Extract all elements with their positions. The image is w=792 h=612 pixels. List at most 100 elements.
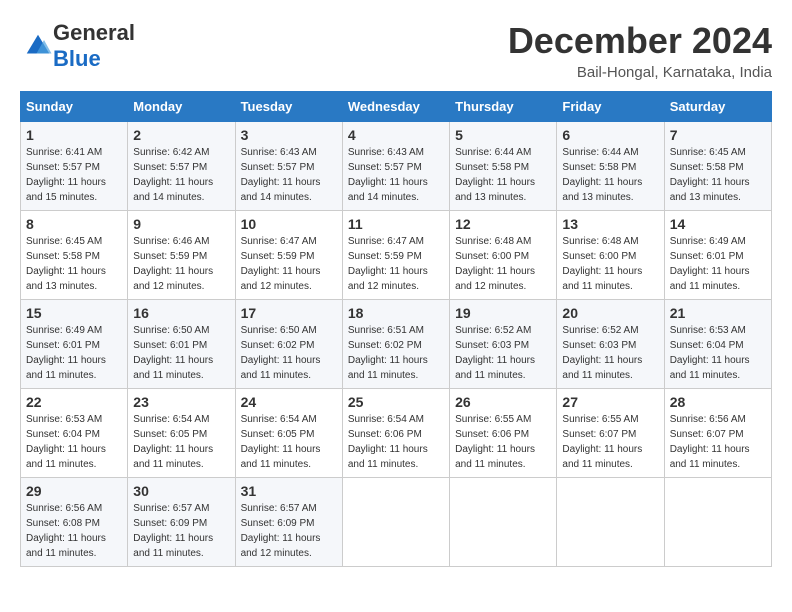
day-number: 24: [241, 394, 337, 410]
day-number: 20: [562, 305, 658, 321]
day-number: 13: [562, 216, 658, 232]
column-header-friday: Friday: [557, 92, 664, 122]
day-number: 4: [348, 127, 444, 143]
location-title: Bail-Hongal, Karnataka, India: [508, 64, 772, 81]
calendar-cell: 18 Sunrise: 6:51 AM Sunset: 6:02 PM Dayl…: [342, 300, 449, 389]
day-number: 12: [455, 216, 551, 232]
calendar-header-row: SundayMondayTuesdayWednesdayThursdayFrid…: [21, 92, 772, 122]
day-detail: Sunrise: 6:54 AM Sunset: 6:06 PM Dayligh…: [348, 412, 444, 472]
calendar-cell: 6 Sunrise: 6:44 AM Sunset: 5:58 PM Dayli…: [557, 122, 664, 211]
calendar-cell: 13 Sunrise: 6:48 AM Sunset: 6:00 PM Dayl…: [557, 211, 664, 300]
day-detail: Sunrise: 6:51 AM Sunset: 6:02 PM Dayligh…: [348, 323, 444, 383]
day-number: 26: [455, 394, 551, 410]
day-detail: Sunrise: 6:41 AM Sunset: 5:57 PM Dayligh…: [26, 145, 122, 205]
calendar-cell: 3 Sunrise: 6:43 AM Sunset: 5:57 PM Dayli…: [235, 122, 342, 211]
day-number: 10: [241, 216, 337, 232]
day-number: 5: [455, 127, 551, 143]
calendar-cell: 16 Sunrise: 6:50 AM Sunset: 6:01 PM Dayl…: [128, 300, 235, 389]
day-number: 28: [670, 394, 766, 410]
day-detail: Sunrise: 6:43 AM Sunset: 5:57 PM Dayligh…: [348, 145, 444, 205]
day-detail: Sunrise: 6:50 AM Sunset: 6:02 PM Dayligh…: [241, 323, 337, 383]
column-header-thursday: Thursday: [450, 92, 557, 122]
day-number: 1: [26, 127, 122, 143]
calendar-cell: 28 Sunrise: 6:56 AM Sunset: 6:07 PM Dayl…: [664, 389, 771, 478]
column-header-tuesday: Tuesday: [235, 92, 342, 122]
day-number: 7: [670, 127, 766, 143]
calendar-week-1: 1 Sunrise: 6:41 AM Sunset: 5:57 PM Dayli…: [21, 122, 772, 211]
calendar-cell: 2 Sunrise: 6:42 AM Sunset: 5:57 PM Dayli…: [128, 122, 235, 211]
day-number: 22: [26, 394, 122, 410]
day-number: 3: [241, 127, 337, 143]
calendar-week-2: 8 Sunrise: 6:45 AM Sunset: 5:58 PM Dayli…: [21, 211, 772, 300]
day-detail: Sunrise: 6:42 AM Sunset: 5:57 PM Dayligh…: [133, 145, 229, 205]
calendar-cell: [664, 478, 771, 567]
day-number: 18: [348, 305, 444, 321]
calendar-cell: 1 Sunrise: 6:41 AM Sunset: 5:57 PM Dayli…: [21, 122, 128, 211]
column-header-sunday: Sunday: [21, 92, 128, 122]
column-header-wednesday: Wednesday: [342, 92, 449, 122]
calendar-cell: 27 Sunrise: 6:55 AM Sunset: 6:07 PM Dayl…: [557, 389, 664, 478]
calendar-cell: 10 Sunrise: 6:47 AM Sunset: 5:59 PM Dayl…: [235, 211, 342, 300]
day-detail: Sunrise: 6:50 AM Sunset: 6:01 PM Dayligh…: [133, 323, 229, 383]
calendar-cell: [450, 478, 557, 567]
day-number: 9: [133, 216, 229, 232]
logo: General Blue: [20, 20, 135, 72]
day-detail: Sunrise: 6:45 AM Sunset: 5:58 PM Dayligh…: [26, 234, 122, 294]
day-number: 21: [670, 305, 766, 321]
day-detail: Sunrise: 6:48 AM Sunset: 6:00 PM Dayligh…: [455, 234, 551, 294]
calendar-cell: 23 Sunrise: 6:54 AM Sunset: 6:05 PM Dayl…: [128, 389, 235, 478]
calendar-table: SundayMondayTuesdayWednesdayThursdayFrid…: [20, 91, 772, 567]
calendar-cell: 21 Sunrise: 6:53 AM Sunset: 6:04 PM Dayl…: [664, 300, 771, 389]
day-detail: Sunrise: 6:56 AM Sunset: 6:08 PM Dayligh…: [26, 501, 122, 561]
day-number: 30: [133, 483, 229, 499]
logo-general: General: [53, 20, 135, 45]
day-number: 14: [670, 216, 766, 232]
page-header: General Blue December 2024 Bail-Hongal, …: [20, 20, 772, 81]
day-detail: Sunrise: 6:56 AM Sunset: 6:07 PM Dayligh…: [670, 412, 766, 472]
day-detail: Sunrise: 6:55 AM Sunset: 6:07 PM Dayligh…: [562, 412, 658, 472]
day-detail: Sunrise: 6:54 AM Sunset: 6:05 PM Dayligh…: [133, 412, 229, 472]
calendar-cell: 22 Sunrise: 6:53 AM Sunset: 6:04 PM Dayl…: [21, 389, 128, 478]
calendar-cell: [557, 478, 664, 567]
day-number: 17: [241, 305, 337, 321]
day-number: 11: [348, 216, 444, 232]
calendar-cell: [342, 478, 449, 567]
day-detail: Sunrise: 6:49 AM Sunset: 6:01 PM Dayligh…: [26, 323, 122, 383]
calendar-body: 1 Sunrise: 6:41 AM Sunset: 5:57 PM Dayli…: [21, 122, 772, 567]
calendar-cell: 9 Sunrise: 6:46 AM Sunset: 5:59 PM Dayli…: [128, 211, 235, 300]
calendar-cell: 31 Sunrise: 6:57 AM Sunset: 6:09 PM Dayl…: [235, 478, 342, 567]
calendar-cell: 19 Sunrise: 6:52 AM Sunset: 6:03 PM Dayl…: [450, 300, 557, 389]
day-number: 25: [348, 394, 444, 410]
day-number: 16: [133, 305, 229, 321]
day-detail: Sunrise: 6:53 AM Sunset: 6:04 PM Dayligh…: [670, 323, 766, 383]
calendar-cell: 7 Sunrise: 6:45 AM Sunset: 5:58 PM Dayli…: [664, 122, 771, 211]
calendar-cell: 12 Sunrise: 6:48 AM Sunset: 6:00 PM Dayl…: [450, 211, 557, 300]
calendar-week-3: 15 Sunrise: 6:49 AM Sunset: 6:01 PM Dayl…: [21, 300, 772, 389]
calendar-cell: 5 Sunrise: 6:44 AM Sunset: 5:58 PM Dayli…: [450, 122, 557, 211]
day-number: 29: [26, 483, 122, 499]
day-detail: Sunrise: 6:57 AM Sunset: 6:09 PM Dayligh…: [133, 501, 229, 561]
day-number: 15: [26, 305, 122, 321]
day-detail: Sunrise: 6:52 AM Sunset: 6:03 PM Dayligh…: [455, 323, 551, 383]
day-detail: Sunrise: 6:52 AM Sunset: 6:03 PM Dayligh…: [562, 323, 658, 383]
day-detail: Sunrise: 6:46 AM Sunset: 5:59 PM Dayligh…: [133, 234, 229, 294]
day-number: 2: [133, 127, 229, 143]
calendar-week-4: 22 Sunrise: 6:53 AM Sunset: 6:04 PM Dayl…: [21, 389, 772, 478]
calendar-cell: 26 Sunrise: 6:55 AM Sunset: 6:06 PM Dayl…: [450, 389, 557, 478]
day-number: 19: [455, 305, 551, 321]
day-number: 8: [26, 216, 122, 232]
day-detail: Sunrise: 6:53 AM Sunset: 6:04 PM Dayligh…: [26, 412, 122, 472]
day-detail: Sunrise: 6:47 AM Sunset: 5:59 PM Dayligh…: [241, 234, 337, 294]
logo-blue: Blue: [53, 46, 101, 71]
day-detail: Sunrise: 6:47 AM Sunset: 5:59 PM Dayligh…: [348, 234, 444, 294]
day-detail: Sunrise: 6:44 AM Sunset: 5:58 PM Dayligh…: [562, 145, 658, 205]
calendar-cell: 15 Sunrise: 6:49 AM Sunset: 6:01 PM Dayl…: [21, 300, 128, 389]
calendar-cell: 24 Sunrise: 6:54 AM Sunset: 6:05 PM Dayl…: [235, 389, 342, 478]
calendar-cell: 29 Sunrise: 6:56 AM Sunset: 6:08 PM Dayl…: [21, 478, 128, 567]
calendar-cell: 20 Sunrise: 6:52 AM Sunset: 6:03 PM Dayl…: [557, 300, 664, 389]
calendar-cell: 8 Sunrise: 6:45 AM Sunset: 5:58 PM Dayli…: [21, 211, 128, 300]
day-detail: Sunrise: 6:55 AM Sunset: 6:06 PM Dayligh…: [455, 412, 551, 472]
title-block: December 2024 Bail-Hongal, Karnataka, In…: [508, 20, 772, 81]
day-detail: Sunrise: 6:57 AM Sunset: 6:09 PM Dayligh…: [241, 501, 337, 561]
day-detail: Sunrise: 6:48 AM Sunset: 6:00 PM Dayligh…: [562, 234, 658, 294]
